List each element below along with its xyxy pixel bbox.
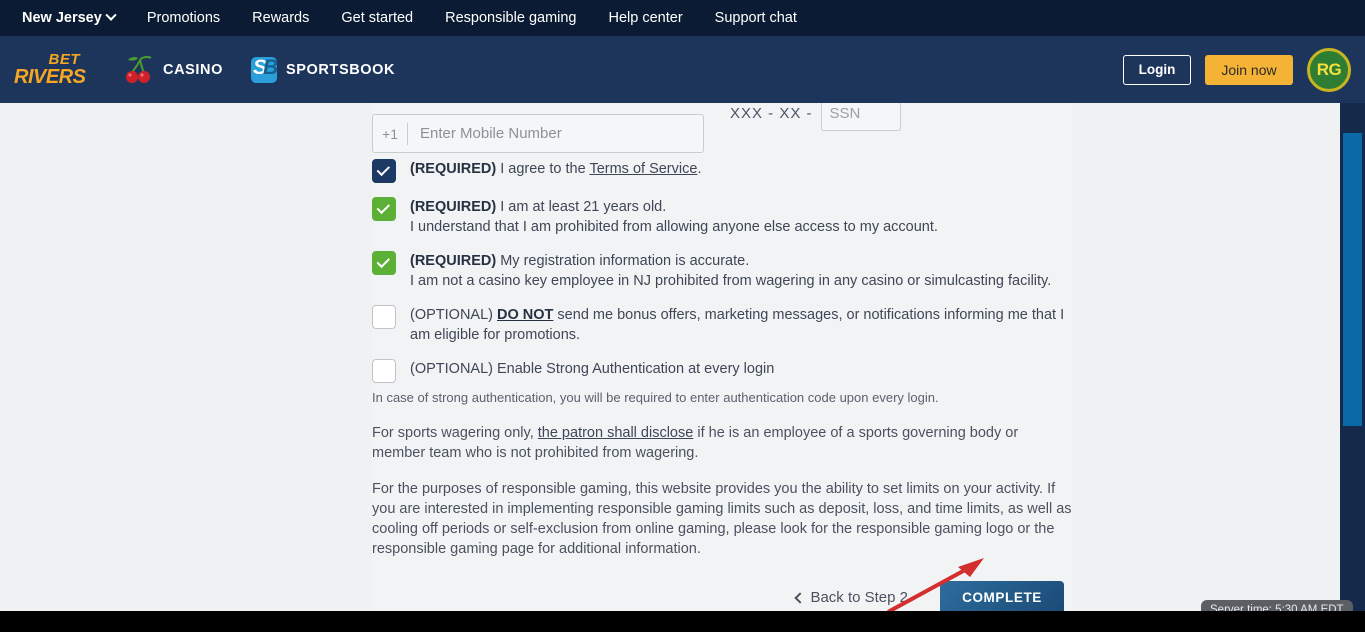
consent-row-age: (REQUIRED) I am at least 21 years old. I…	[372, 195, 1072, 237]
topbar-item-help-center[interactable]: Help center	[593, 0, 699, 36]
header-actions: Login Join now RG	[1123, 47, 1365, 92]
phone-country-prefix: +1	[382, 125, 398, 142]
state-selector[interactable]: New Jersey	[14, 0, 131, 36]
login-button[interactable]: Login	[1123, 54, 1191, 85]
topbar-item-get-started[interactable]: Get started	[325, 0, 429, 36]
topbar-item-rewards[interactable]: Rewards	[236, 0, 325, 36]
patron-disclose-link[interactable]: the patron shall disclose	[538, 425, 694, 441]
mobile-number-field[interactable]: +1	[372, 114, 704, 153]
consent-row-strong-auth: (OPTIONAL) Enable Strong Authentication …	[372, 357, 1072, 383]
chevron-down-icon	[105, 9, 117, 21]
checkbox-age-21[interactable]	[372, 197, 396, 221]
bottom-strip	[0, 611, 1365, 632]
do-not-emphasis: DO NOT	[497, 307, 554, 323]
consent-row-marketing-optout: (OPTIONAL) DO NOT send me bonus offers, …	[372, 303, 1072, 345]
checkbox-terms-of-service[interactable]	[372, 159, 396, 183]
cherry-icon	[126, 55, 152, 83]
check-icon	[376, 200, 391, 214]
page-root: New Jersey Promotions Rewards Get starte…	[0, 0, 1365, 632]
ssn-mask-label: XXX - XX -	[730, 104, 813, 122]
required-tag-age: (REQUIRED)	[410, 199, 497, 215]
vertical-scrollbar-thumb[interactable]	[1343, 133, 1362, 426]
check-icon	[376, 162, 391, 176]
registration-step3-form: +1 XXX - XX - (REQUIRED) I agree to the …	[372, 103, 1072, 611]
betrivers-logo[interactable]: BET RIVERS	[14, 49, 90, 91]
sb-icon-letter-b: B	[263, 56, 277, 79]
consent-row-terms: (REQUIRED) I agree to the Terms of Servi…	[372, 157, 1072, 183]
mobile-number-input[interactable]	[408, 125, 703, 142]
consent-age-text: (REQUIRED) I am at least 21 years old. I…	[410, 195, 938, 237]
nav-sportsbook-label: SPORTSBOOK	[286, 61, 396, 78]
required-tag-accuracy: (REQUIRED)	[410, 253, 497, 269]
rg-badge-label: RG	[1316, 59, 1342, 79]
logo-line-rivers: RIVERS	[14, 66, 86, 88]
vertical-scrollbar-track[interactable]	[1340, 103, 1365, 611]
nav-casino-label: CASINO	[163, 61, 223, 78]
ssn-field-group: XXX - XX -	[730, 103, 901, 131]
chevron-left-icon	[794, 591, 807, 604]
consent-terms-text: (REQUIRED) I agree to the Terms of Servi…	[410, 157, 701, 179]
consent-row-accuracy: (REQUIRED) My registration information i…	[372, 249, 1072, 291]
content-area: +1 XXX - XX - (REQUIRED) I agree to the …	[0, 103, 1340, 611]
checkbox-strong-authentication[interactable]	[372, 359, 396, 383]
top-utility-bar: New Jersey Promotions Rewards Get starte…	[0, 0, 1365, 36]
join-now-button[interactable]: Join now	[1205, 54, 1293, 85]
consent-accuracy-before: My registration information is accurate.	[496, 253, 750, 269]
checkbox-registration-accurate[interactable]	[372, 251, 396, 275]
consent-accuracy-sub: I am not a casino key employee in NJ pro…	[410, 273, 1052, 289]
nav-casino[interactable]: CASINO	[124, 55, 223, 84]
form-footer-actions: Back to Step 2 COMPLETE	[372, 581, 1072, 611]
strong-auth-note: In case of strong authentication, you wi…	[372, 390, 939, 405]
optional-tag-marketing: (OPTIONAL)	[410, 307, 498, 323]
topbar-item-support-chat[interactable]: Support chat	[699, 0, 813, 36]
terms-of-service-link[interactable]: Terms of Service	[589, 161, 697, 177]
sports-wagering-paragraph: For sports wagering only, the patron sha…	[372, 423, 1072, 463]
logo-line-bet: BET	[48, 51, 80, 68]
check-icon	[376, 254, 391, 268]
checkbox-marketing-optout[interactable]	[372, 305, 396, 329]
consent-age-sub: I understand that I am prohibited from a…	[410, 219, 938, 235]
sports-wagering-before: For sports wagering only,	[372, 425, 538, 441]
consent-accuracy-text: (REQUIRED) My registration information i…	[410, 249, 1051, 291]
consent-strong-auth-text: (OPTIONAL) Enable Strong Authentication …	[410, 361, 775, 377]
ssn-input[interactable]	[820, 103, 901, 131]
consent-age-before: I am at least 21 years old.	[496, 199, 667, 215]
complete-button[interactable]: COMPLETE	[940, 581, 1064, 611]
nav-sportsbook[interactable]: S B SPORTSBOOK	[251, 56, 396, 83]
main-header: BET RIVERS CASINO S B SPORTSBOOK Login J…	[0, 36, 1365, 103]
consent-terms-after: .	[697, 161, 702, 177]
state-selector-label: New Jersey	[22, 10, 102, 26]
back-to-step-2-label: Back to Step 2	[810, 589, 908, 606]
contact-fields-row: +1 XXX - XX -	[372, 103, 1072, 157]
topbar-item-responsible-gaming[interactable]: Responsible gaming	[429, 0, 592, 36]
consent-marketing-text: (OPTIONAL) DO NOT send me bonus offers, …	[410, 303, 1072, 345]
required-tag-terms: (REQUIRED)	[410, 161, 497, 177]
responsible-gaming-badge[interactable]: RG	[1307, 47, 1351, 92]
topbar-item-promotions[interactable]: Promotions	[131, 0, 236, 36]
consent-terms-before: I agree to the	[496, 161, 590, 177]
responsible-gaming-paragraph: For the purposes of responsible gaming, …	[372, 481, 1072, 557]
back-to-step-2-link[interactable]: Back to Step 2	[794, 589, 908, 606]
sb-icon: S B	[251, 56, 277, 83]
